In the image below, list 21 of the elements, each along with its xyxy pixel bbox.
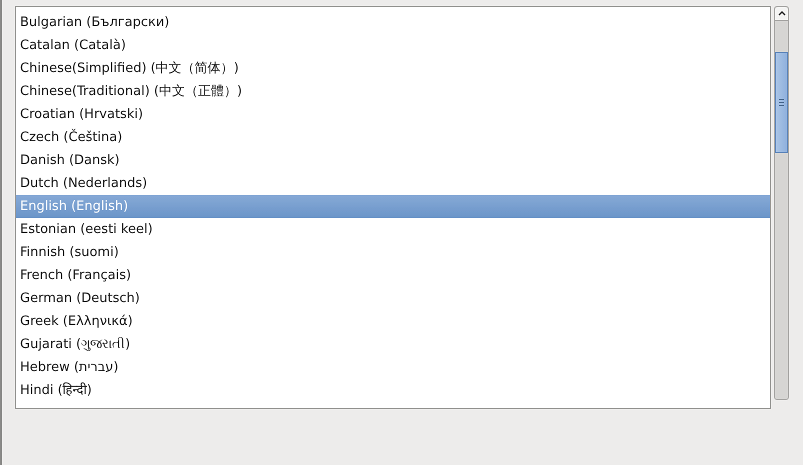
language-item[interactable]: Greek (Ελληνικά)	[16, 310, 770, 333]
language-item[interactable]: Croatian (Hrvatski)	[16, 103, 770, 126]
scroll-thumb[interactable]	[775, 52, 788, 153]
language-item[interactable]: Estonian (eesti keel)	[16, 218, 770, 241]
scroll-up-button[interactable]	[775, 7, 788, 21]
language-item[interactable]: Danish (Dansk)	[16, 149, 770, 172]
language-item[interactable]: Czech (Čeština)	[16, 126, 770, 149]
language-item[interactable]: Dutch (Nederlands)	[16, 172, 770, 195]
language-item[interactable]: Finnish (suomi)	[16, 241, 770, 264]
language-item[interactable]: Chinese(Simplified) (中文（简体）)	[16, 57, 770, 80]
language-item[interactable]: German (Deutsch)	[16, 287, 770, 310]
language-item[interactable]: Hebrew (עברית)	[16, 356, 770, 379]
scrollbar[interactable]	[774, 6, 789, 400]
language-item[interactable]: Bulgarian (Български)	[16, 11, 770, 34]
language-item[interactable]: Chinese(Traditional) (中文（正體）)	[16, 80, 770, 103]
language-item[interactable]: French (Français)	[16, 264, 770, 287]
language-item[interactable]: Gujarati (ગુજરાતી)	[16, 333, 770, 356]
language-item[interactable]: Hindi (हिन्दी)	[16, 379, 770, 402]
caret-up-icon	[778, 11, 786, 16]
grip-icon	[779, 99, 784, 106]
language-item[interactable]: Catalan (Català)	[16, 34, 770, 57]
